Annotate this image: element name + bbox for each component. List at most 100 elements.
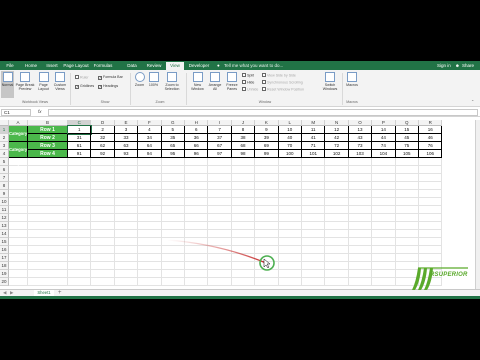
share-button[interactable]: Share	[462, 62, 474, 69]
empty-cell[interactable]	[255, 214, 279, 222]
empty-cell[interactable]	[68, 158, 92, 166]
empty-cell[interactable]	[278, 254, 302, 262]
empty-cell[interactable]	[208, 238, 232, 246]
data-cell[interactable]: 67	[208, 142, 232, 150]
empty-cell[interactable]	[208, 270, 232, 278]
empty-cell[interactable]	[208, 174, 232, 182]
worksheet-grid[interactable]: A B C D E F G H I J K L M N O P Q R 1 Row 1 1 2 3 4 5 6 7 8 9 10 11 12 1…	[0, 120, 480, 290]
empty-cell[interactable]	[91, 190, 115, 198]
empty-cell[interactable]	[419, 230, 443, 238]
empty-cell[interactable]	[68, 254, 92, 262]
empty-cell[interactable]	[161, 174, 185, 182]
data-cell[interactable]: 96	[185, 150, 209, 158]
empty-cell[interactable]	[372, 254, 396, 262]
data-cell[interactable]: 91	[68, 150, 92, 158]
empty-cell[interactable]	[114, 174, 139, 182]
empty-cell[interactable]	[395, 158, 419, 166]
empty-cell[interactable]	[161, 222, 185, 230]
empty-cell[interactable]	[185, 262, 209, 270]
empty-cell[interactable]	[114, 278, 139, 286]
empty-cell[interactable]	[255, 222, 279, 230]
empty-cell[interactable]	[395, 270, 419, 278]
empty-cell[interactable]	[372, 262, 396, 270]
empty-cell[interactable]	[348, 190, 373, 198]
empty-cell[interactable]	[91, 214, 115, 222]
empty-cell[interactable]	[348, 254, 373, 262]
empty-cell[interactable]	[419, 238, 443, 246]
empty-cell[interactable]	[68, 190, 92, 198]
data-cell[interactable]: 75	[395, 142, 419, 150]
empty-cell[interactable]	[278, 230, 302, 238]
row-header-11[interactable]: 11	[0, 206, 9, 214]
data-cell[interactable]: 102	[325, 150, 349, 158]
empty-cell[interactable]	[419, 198, 443, 206]
data-cell[interactable]: 33	[114, 134, 139, 142]
empty-cell[interactable]	[255, 198, 279, 206]
empty-cell[interactable]	[9, 190, 28, 198]
empty-cell[interactable]	[68, 278, 92, 286]
empty-cell[interactable]	[372, 198, 396, 206]
data-cell[interactable]: 9	[255, 126, 279, 134]
data-cell[interactable]: 5	[161, 126, 185, 134]
row-header-2[interactable]: 2	[0, 134, 9, 142]
empty-cell[interactable]	[231, 238, 256, 246]
empty-cell[interactable]	[302, 166, 326, 174]
empty-cell[interactable]	[325, 214, 349, 222]
empty-cell[interactable]	[208, 190, 232, 198]
empty-cell[interactable]	[114, 182, 139, 190]
empty-cell[interactable]	[161, 166, 185, 174]
empty-cell[interactable]	[185, 278, 209, 286]
empty-cell[interactable]	[348, 174, 373, 182]
zoom-to-selection-button[interactable]: Zoom to Selection	[161, 71, 183, 98]
empty-cell[interactable]	[9, 214, 28, 222]
empty-cell[interactable]	[28, 230, 68, 238]
empty-cell[interactable]	[68, 222, 92, 230]
empty-cell[interactable]	[208, 262, 232, 270]
empty-cell[interactable]	[9, 262, 28, 270]
tab-review[interactable]: Review	[145, 62, 163, 70]
empty-cell[interactable]	[185, 230, 209, 238]
empty-cell[interactable]	[185, 166, 209, 174]
empty-cell[interactable]	[114, 262, 139, 270]
empty-cell[interactable]	[28, 182, 68, 190]
vertical-scrollbar[interactable]	[475, 120, 480, 290]
switch-windows-button[interactable]: Switch Windows	[320, 71, 340, 98]
empty-cell[interactable]	[372, 270, 396, 278]
data-cell[interactable]: 64	[138, 142, 162, 150]
empty-cell[interactable]	[302, 254, 326, 262]
empty-cell[interactable]	[114, 158, 139, 166]
empty-cell[interactable]	[395, 174, 419, 182]
synchronous-scrolling-button[interactable]: Synchronous Scrolling	[262, 80, 303, 86]
row-header-6[interactable]: 6	[0, 166, 9, 174]
row-header-20[interactable]: 20	[0, 278, 9, 286]
empty-cell[interactable]	[278, 206, 302, 214]
normal-view-button[interactable]: Normal	[1, 71, 14, 98]
empty-cell[interactable]	[138, 158, 162, 166]
empty-cell[interactable]	[372, 222, 396, 230]
empty-cell[interactable]	[114, 254, 139, 262]
empty-cell[interactable]	[419, 166, 443, 174]
empty-cell[interactable]	[208, 246, 232, 254]
empty-cell[interactable]	[208, 222, 232, 230]
empty-cell[interactable]	[208, 166, 232, 174]
empty-cell[interactable]	[348, 158, 373, 166]
unhide-button[interactable]: Unhide	[242, 87, 258, 93]
data-cell[interactable]: 3	[114, 126, 139, 134]
empty-cell[interactable]	[302, 246, 326, 254]
empty-cell[interactable]	[302, 182, 326, 190]
row-header-8[interactable]: 8	[0, 182, 9, 190]
empty-cell[interactable]	[28, 254, 68, 262]
data-cell[interactable]: 104	[372, 150, 396, 158]
empty-cell[interactable]	[325, 190, 349, 198]
tab-file[interactable]: File	[3, 62, 17, 70]
empty-cell[interactable]	[348, 222, 373, 230]
empty-cell[interactable]	[185, 206, 209, 214]
data-cell[interactable]: 1	[66, 125, 93, 135]
tell-me-search[interactable]: Tell me what you want to do...	[224, 62, 283, 69]
empty-cell[interactable]	[255, 166, 279, 174]
data-cell[interactable]: 46	[419, 134, 443, 142]
empty-cell[interactable]	[68, 270, 92, 278]
empty-cell[interactable]	[419, 182, 443, 190]
row-label-cell[interactable]: Row 3	[28, 142, 68, 150]
empty-cell[interactable]	[231, 206, 256, 214]
